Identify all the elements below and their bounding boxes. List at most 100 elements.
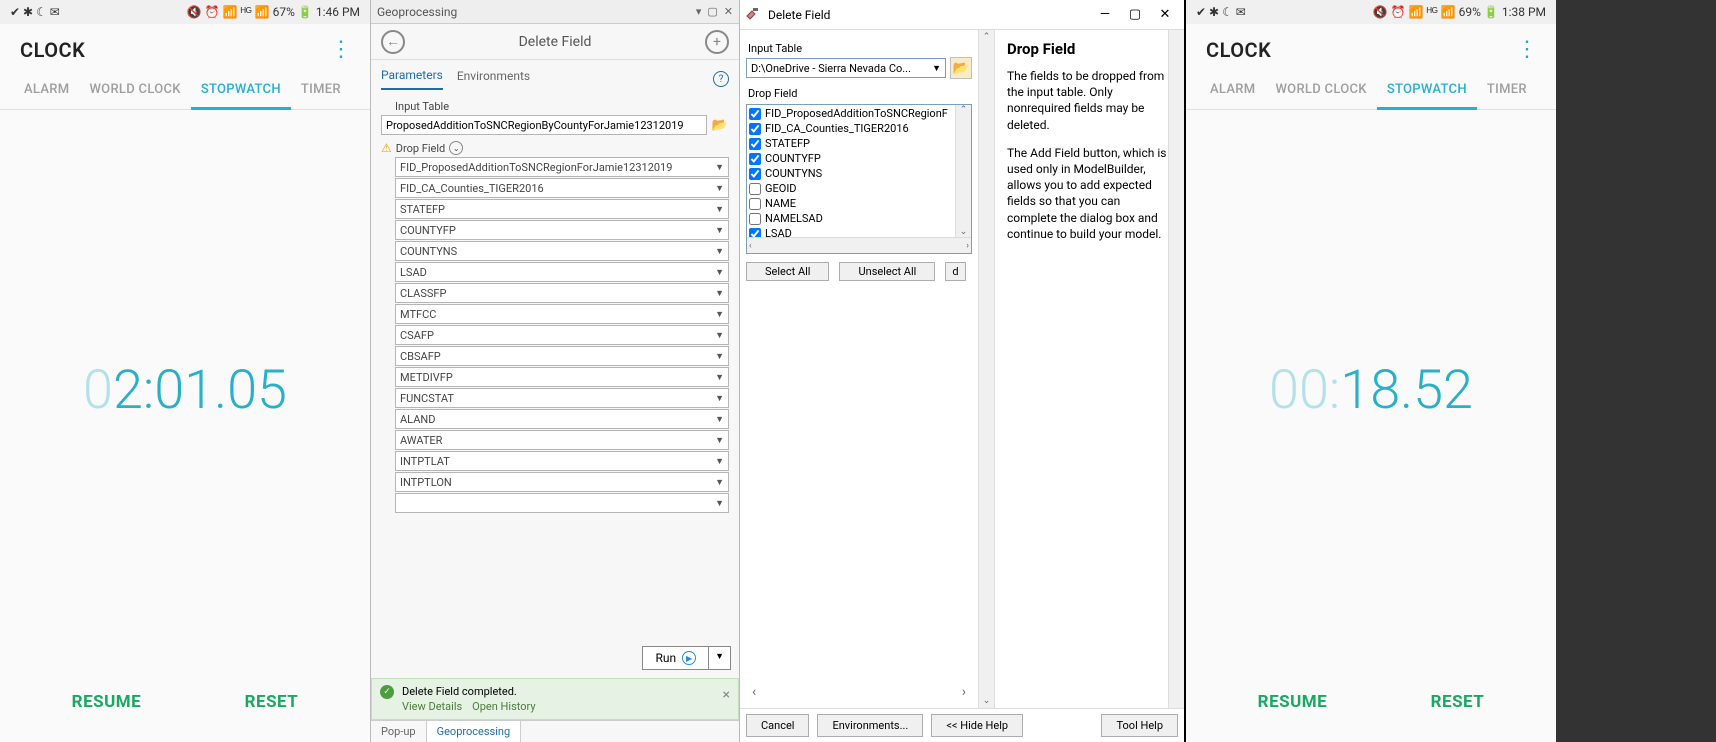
drop-field-item[interactable]: INTPTLAT▼ — [395, 451, 729, 471]
input-table-combo[interactable]: D:\OneDrive - Sierra Nevada Co... ▼ — [746, 58, 946, 78]
dialog-left-panel: Input Table D:\OneDrive - Sierra Nevada … — [740, 30, 978, 708]
menu-dropdown-icon[interactable]: ▾ — [696, 5, 702, 18]
input-table-value: D:\OneDrive - Sierra Nevada Co... — [751, 62, 911, 75]
drop-field-item[interactable]: ALAND▼ — [395, 409, 729, 429]
stopwatch-buttons: RESUME RESET — [0, 670, 370, 742]
input-table-field[interactable] — [381, 115, 707, 135]
drop-field-item[interactable]: CLASSFP▼ — [395, 283, 729, 303]
tab-stopwatch[interactable]: STOPWATCH — [1377, 70, 1477, 109]
browse-folder-icon[interactable]: 📂 — [711, 117, 729, 133]
view-details-link[interactable]: View Details — [402, 700, 462, 713]
parameters-body: Input Table 📂 ⚠ Drop Field ⌄ FID_Propose… — [371, 90, 739, 638]
help-scrollbar[interactable] — [1168, 30, 1184, 708]
field-checkbox-row[interactable]: FID_CA_Counties_TIGER2016 — [749, 121, 969, 136]
add-icon[interactable]: + — [705, 30, 729, 54]
unselect-all-button[interactable]: Unselect All — [839, 262, 935, 281]
drop-field-list: FID_ProposedAdditionToSNCRegionForJamie1… — [395, 157, 729, 513]
expand-icon[interactable]: ⌄ — [449, 141, 463, 155]
tool-help-button[interactable]: Tool Help — [1101, 714, 1178, 737]
field-checkbox[interactable] — [749, 138, 761, 150]
status-icons-left: ✔ ✱ ☾ ✉ — [10, 5, 60, 19]
run-button[interactable]: Run ▶ — [642, 646, 709, 670]
bottom-tab-geoprocessing[interactable]: Geoprocessing — [426, 720, 522, 742]
field-checkbox[interactable] — [749, 183, 761, 195]
drop-field-item[interactable]: CBSAFP▼ — [395, 346, 729, 366]
scrollbar-horizontal[interactable]: ‹› — [747, 237, 971, 253]
field-checkbox-row[interactable]: GEOID — [749, 181, 969, 196]
field-checkbox-row[interactable]: STATEFP — [749, 136, 969, 151]
tab-world-clock[interactable]: WORLD CLOCK — [79, 70, 190, 109]
environments-button[interactable]: Environments... — [817, 714, 923, 737]
drop-field-item[interactable]: COUNTYNS▼ — [395, 241, 729, 261]
bottom-tabs: Pop-up Geoprocessing — [371, 720, 739, 742]
open-history-link[interactable]: Open History — [472, 700, 535, 713]
drop-field-item[interactable]: INTPTLON▼ — [395, 472, 729, 492]
more-options-icon[interactable]: ⋮ — [330, 46, 350, 55]
add-field-button[interactable]: d — [945, 262, 965, 281]
prev-page-icon[interactable]: ‹ — [752, 684, 756, 700]
param-tabs: Parameters Environments ? — [371, 60, 739, 90]
minimize-button[interactable]: — — [1090, 3, 1120, 27]
tab-parameters[interactable]: Parameters — [381, 68, 443, 90]
close-pane-icon[interactable]: ✕ — [724, 5, 733, 18]
drop-field-item[interactable]: FUNCSTAT▼ — [395, 388, 729, 408]
back-icon[interactable]: ← — [381, 30, 405, 54]
reset-button[interactable]: RESET — [1431, 692, 1485, 712]
more-options-icon[interactable]: ⋮ — [1516, 46, 1536, 55]
drop-field-item[interactable]: FID_ProposedAdditionToSNCRegionForJamie1… — [395, 157, 729, 177]
cancel-button[interactable]: Cancel — [746, 714, 809, 737]
drop-field-item[interactable]: AWATER▼ — [395, 430, 729, 450]
drop-field-item[interactable]: FID_CA_Counties_TIGER2016▼ — [395, 178, 729, 198]
warning-icon: ⚠ — [381, 141, 392, 155]
dialog-titlebar[interactable]: Delete Field — ▢ ✕ — [740, 0, 1184, 30]
drop-field-item[interactable]: CSAFP▼ — [395, 325, 729, 345]
help-icon[interactable]: ? — [713, 71, 729, 87]
success-check-icon: ✓ — [380, 685, 394, 699]
run-dropdown[interactable]: ▼ — [709, 646, 731, 670]
tab-alarm[interactable]: ALARM — [1200, 70, 1265, 109]
maximize-button[interactable]: ▢ — [1120, 3, 1150, 27]
field-checkbox[interactable] — [749, 198, 761, 210]
drop-field-item[interactable]: ▼ — [395, 493, 729, 513]
tool-hammer-icon — [744, 6, 762, 24]
tab-environments[interactable]: Environments — [457, 69, 530, 89]
field-checkbox[interactable] — [749, 123, 761, 135]
close-status-icon[interactable]: × — [723, 687, 730, 703]
drop-field-item[interactable]: LSAD▼ — [395, 262, 729, 282]
close-button[interactable]: ✕ — [1150, 3, 1180, 27]
field-checkbox[interactable] — [749, 108, 761, 120]
reset-button[interactable]: RESET — [245, 692, 299, 712]
drop-field-item[interactable]: MTFCC▼ — [395, 304, 729, 324]
play-icon: ▶ — [682, 651, 696, 665]
field-checkbox[interactable] — [749, 213, 761, 225]
tab-timer[interactable]: TIMER — [1477, 70, 1537, 109]
tab-timer[interactable]: TIMER — [291, 70, 351, 109]
tab-world-clock[interactable]: WORLD CLOCK — [1265, 70, 1376, 109]
scrollbar-vertical[interactable]: ⌃⌄ — [955, 105, 971, 237]
field-checkbox-row[interactable]: LSAD — [749, 226, 969, 237]
next-page-icon[interactable]: › — [962, 684, 966, 700]
hide-help-button[interactable]: << Hide Help — [931, 714, 1023, 737]
field-checkbox-row[interactable]: NAMELSAD — [749, 211, 969, 226]
resume-button[interactable]: RESUME — [1258, 692, 1328, 712]
dock-icon[interactable]: ▢ — [707, 5, 717, 18]
drop-field-item[interactable]: COUNTYFP▼ — [395, 220, 729, 240]
field-checkbox[interactable] — [749, 153, 761, 165]
field-checkbox-row[interactable]: COUNTYFP — [749, 151, 969, 166]
field-checkbox-row[interactable]: NAME — [749, 196, 969, 211]
drop-field-item[interactable]: METDIVFP▼ — [395, 367, 729, 387]
tab-stopwatch[interactable]: STOPWATCH — [191, 70, 291, 109]
field-checkbox[interactable] — [749, 228, 761, 238]
drop-field-item[interactable]: STATEFP▼ — [395, 199, 729, 219]
field-checkbox-row[interactable]: FID_ProposedAdditionToSNCRegionF — [749, 106, 969, 121]
field-checkbox-row[interactable]: COUNTYNS — [749, 166, 969, 181]
select-all-button[interactable]: Select All — [746, 262, 829, 281]
resume-button[interactable]: RESUME — [72, 692, 142, 712]
field-checkbox[interactable] — [749, 168, 761, 180]
time-leading-zero: 0 — [83, 359, 113, 422]
tab-alarm[interactable]: ALARM — [14, 70, 79, 109]
browse-button[interactable]: 📂 — [950, 57, 972, 79]
bottom-tab-popup[interactable]: Pop-up — [371, 721, 426, 742]
panel-scrollbar[interactable]: ⌃⌄ — [978, 30, 994, 708]
run-row: Run ▶ ▼ — [371, 638, 739, 678]
